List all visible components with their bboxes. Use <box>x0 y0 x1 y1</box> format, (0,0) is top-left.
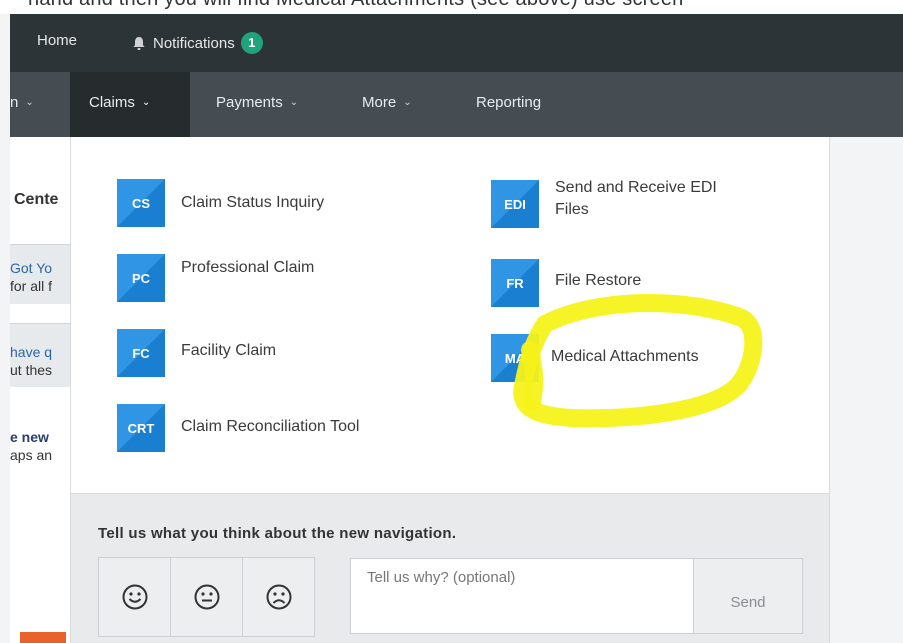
nav-claims-label: Claims <box>89 94 135 111</box>
notifications-count-badge: 1 <box>240 32 263 54</box>
frown-icon <box>266 584 291 610</box>
top-bar: Home Notifications 1 <box>10 14 903 72</box>
chevron-down-icon: ⌄ <box>141 97 151 108</box>
neutral-face-icon <box>194 584 219 610</box>
bell-icon <box>133 36 145 50</box>
nav-item-claims-active[interactable]: Claims ⌄ <box>70 72 190 137</box>
menu-item-label: Facility Claim <box>181 342 277 359</box>
ma-tile-icon: MA <box>491 334 539 382</box>
orange-element <box>20 632 66 643</box>
nav-item-payments[interactable]: Payments ⌄ <box>216 94 298 111</box>
nav-item-reporting[interactable]: Reporting <box>476 94 541 111</box>
menu-item-label: Send and Receive EDI Files <box>555 179 717 218</box>
menu-item-claim-status-inquiry[interactable]: CS Claim Status Inquiry <box>117 179 324 227</box>
sad-face-button[interactable] <box>242 557 315 637</box>
top-strip: hand and then you will find Medical Atta… <box>0 0 903 14</box>
happy-face-button[interactable] <box>98 557 171 637</box>
info-row: have q ut thes <box>10 323 70 387</box>
nav-payments-label: Payments <box>216 94 283 111</box>
menu-item-label: Medical Attachments <box>551 348 699 365</box>
nav-item-partial[interactable]: n ⌄ <box>10 94 34 111</box>
info-row-text: for all f <box>10 278 53 294</box>
feedback-comment-input[interactable]: Tell us why? (optional) <box>350 558 694 634</box>
menu-item-label: Claim Reconciliation Tool <box>181 418 360 435</box>
crt-tile-icon: CRT <box>117 404 165 452</box>
notifications-label: Notifications <box>153 34 235 52</box>
neutral-face-button[interactable] <box>170 557 243 637</box>
main-nav: n ⌄ Claims ⌄ Payments ⌄ More ⌄ Reporting <box>10 72 903 137</box>
menu-item-facility-claim[interactable]: FC Facility Claim <box>117 329 276 377</box>
feedback-section: Tell us what you think about the new nav… <box>71 493 829 643</box>
menu-item-claim-reconciliation-tool[interactable]: CRT Claim Reconciliation Tool <box>117 404 359 452</box>
pc-tile-icon: PC <box>117 254 165 302</box>
fc-tile-icon: FC <box>117 329 165 377</box>
feedback-rating-group <box>98 557 318 637</box>
nav-reporting-label: Reporting <box>476 94 542 111</box>
menu-item-file-restore[interactable]: FR File Restore <box>491 259 641 307</box>
info-row-text: ut thes <box>10 362 53 378</box>
feedback-title: Tell us what you think about the new nav… <box>98 525 457 542</box>
smile-icon <box>122 584 147 610</box>
background-page-content: Cente Got Yo for all f have q ut thes e … <box>10 137 70 643</box>
edi-tile-icon: EDI <box>491 180 539 228</box>
page-heading-fragment: Cente <box>14 191 59 208</box>
info-row-text: aps an <box>10 447 53 463</box>
notifications-link[interactable]: Notifications 1 <box>132 32 263 54</box>
menu-item-label: File Restore <box>555 272 642 289</box>
chevron-down-icon: ⌄ <box>289 97 299 108</box>
nav-partial-label: n <box>10 94 19 111</box>
info-row-title[interactable]: Got Yo <box>10 260 52 276</box>
menu-item-label: Professional Claim <box>181 259 315 276</box>
info-row: Got Yo for all f <box>10 244 70 304</box>
nav-more-label: More <box>362 94 397 111</box>
chevron-down-icon: ⌄ <box>25 97 34 108</box>
home-link[interactable]: Home <box>37 32 77 49</box>
menu-item-medical-attachments[interactable]: MA Medical Attachments <box>491 334 699 382</box>
menu-item-professional-claim[interactable]: PC Professional Claim <box>117 254 314 302</box>
info-row-title[interactable]: e new <box>10 429 49 445</box>
cs-tile-icon: CS <box>117 179 165 227</box>
fr-tile-icon: FR <box>491 259 539 307</box>
chevron-down-icon: ⌄ <box>403 97 412 108</box>
top-strip-text: hand and then you will find Medical Atta… <box>28 0 683 11</box>
menu-item-label: Claim Status Inquiry <box>181 194 325 211</box>
info-row-title[interactable]: have q <box>10 344 52 360</box>
nav-item-more[interactable]: More ⌄ <box>362 94 412 111</box>
claims-dropdown-panel: CS Claim Status Inquiry PC Professional … <box>70 137 830 643</box>
menu-item-send-receive-edi-files[interactable]: EDI Send and Receive EDI Files <box>491 179 717 228</box>
send-button[interactable]: Send <box>693 558 803 634</box>
